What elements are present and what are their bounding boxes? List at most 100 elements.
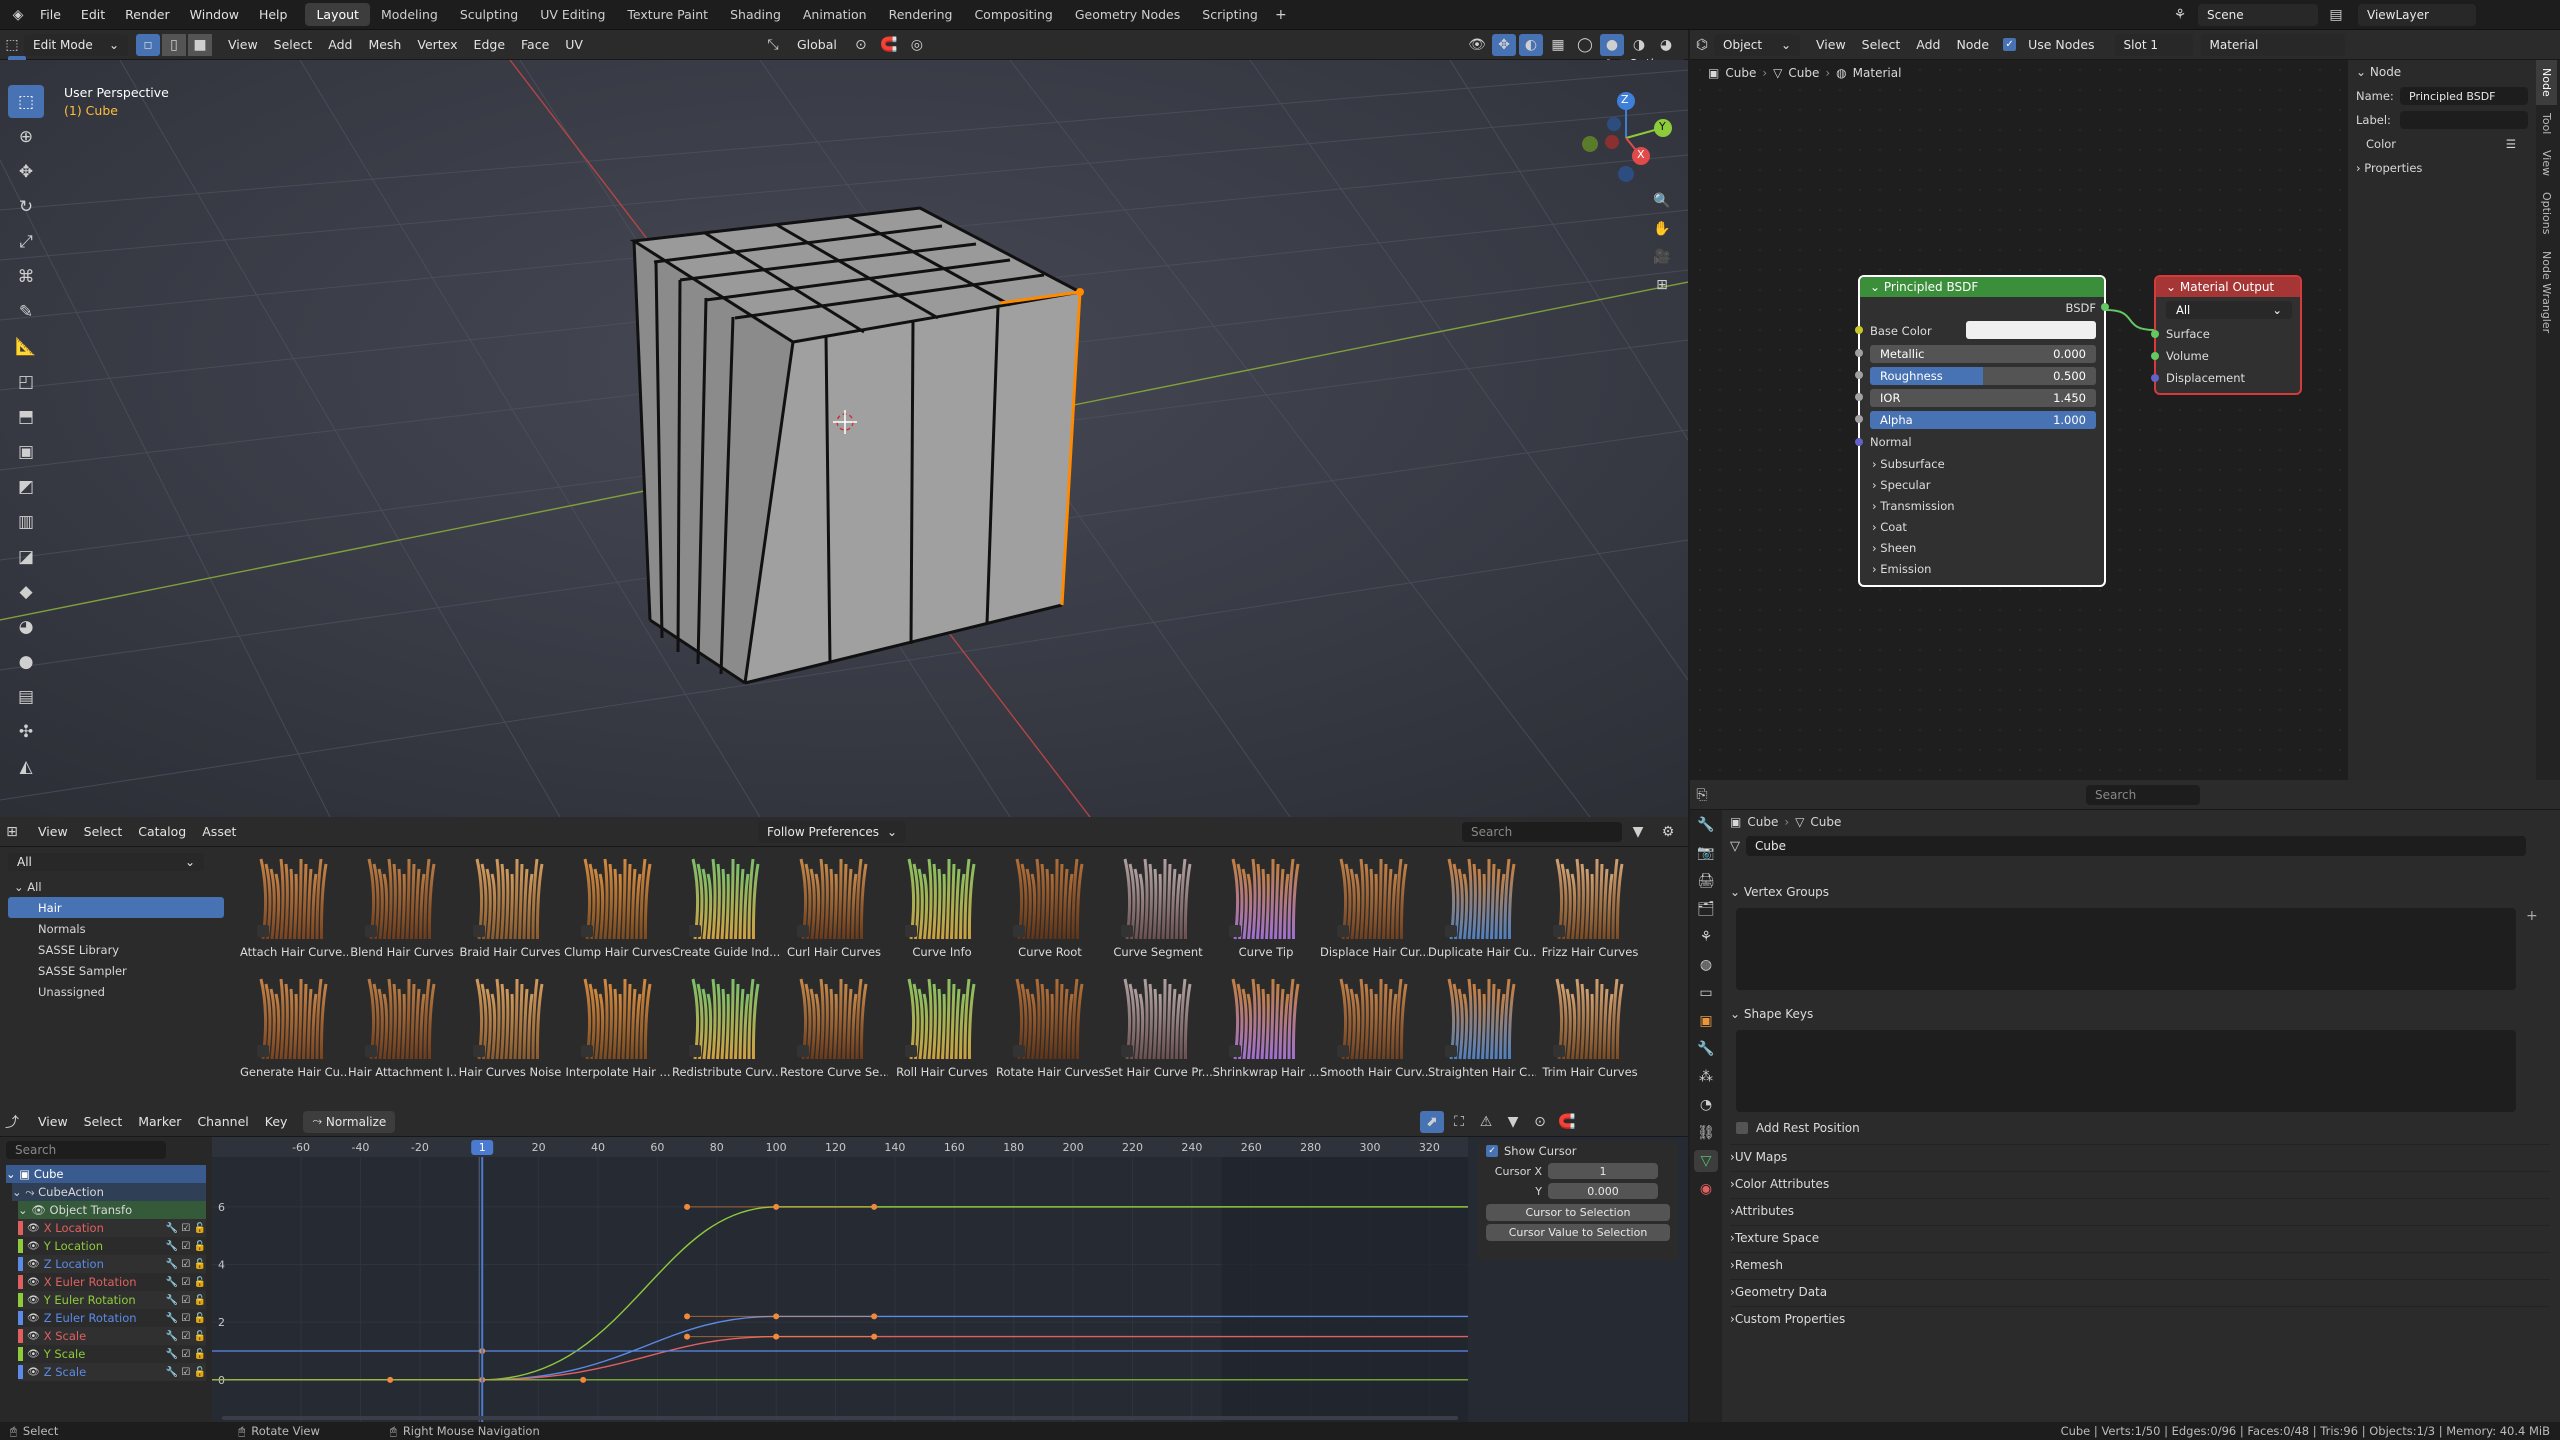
add-workspace-icon[interactable]: + <box>1269 4 1293 26</box>
cursor-tool-icon[interactable]: ⊕ <box>8 120 44 153</box>
camera-view-icon[interactable]: 🎥 <box>1650 246 1674 268</box>
graph-menu-key[interactable]: Key <box>257 1114 296 1129</box>
zoom-icon[interactable]: 🔍 <box>1650 190 1674 212</box>
workspace-tab-sculpting[interactable]: Sculpting <box>449 3 529 26</box>
output-node-header[interactable]: ⌄ Material Output <box>2156 277 2300 297</box>
asset-item[interactable]: Hair Curves Noise <box>456 973 564 1091</box>
eye-icon[interactable]: 👁 <box>27 1259 40 1270</box>
fcurve-channel-y-scale[interactable]: 👁 Y Scale 🔧 ☑ 🔓 <box>18 1345 206 1363</box>
fcurve-channel-x-location[interactable]: 👁 X Location 🔧 ☑ 🔓 <box>18 1219 206 1237</box>
graph-editor-icon[interactable]: ⤴ <box>0 1111 24 1133</box>
sidebar-tab-tool[interactable]: Tool <box>2536 105 2557 142</box>
modifier-wrench-icon[interactable]: 🔧 ☑ 🔓 <box>166 1241 206 1252</box>
properties-editor-icon[interactable]: ⎘ <box>1690 784 1714 806</box>
workspace-tab-uv-editing[interactable]: UV Editing <box>529 3 616 26</box>
eye-icon[interactable]: 👁 <box>27 1331 40 1342</box>
workspace-tab-geometry-nodes[interactable]: Geometry Nodes <box>1064 3 1191 26</box>
viewport-menu-vertex[interactable]: Vertex <box>409 37 465 52</box>
cursor-x-field[interactable]: 1 <box>1548 1163 1658 1179</box>
slot-dropdown[interactable]: Slot 1 <box>2114 33 2193 56</box>
asset-item[interactable]: Create Guide Ind... <box>672 853 780 971</box>
workspace-tab-scripting[interactable]: Scripting <box>1191 3 1269 26</box>
graph-menu-marker[interactable]: Marker <box>130 1114 189 1129</box>
use-nodes-checkbox[interactable]: ✓ <box>2003 38 2017 51</box>
asset-item[interactable]: Straighten Hair C... <box>1428 973 1536 1091</box>
modifier-wrench-icon[interactable]: 🔧 ☑ 🔓 <box>166 1313 206 1324</box>
blender-logo-icon[interactable]: ◈ <box>6 4 30 26</box>
menu-render[interactable]: Render <box>115 7 180 22</box>
prop-breadcrumb-object[interactable]: Cube <box>1747 815 1778 829</box>
viewlayer-field[interactable]: ViewLayer <box>2358 4 2476 26</box>
properties-search[interactable]: Search <box>2086 784 2200 805</box>
snap-icon[interactable]: 🧲 <box>877 34 901 56</box>
sidebar-tab-node-wrangler[interactable]: Node Wrangler <box>2536 243 2557 341</box>
scene-field[interactable]: Scene <box>2198 4 2318 26</box>
shape-keys-panel[interactable]: ⌄ Shape Keys <box>1730 1002 1813 1026</box>
fcurve-channel-z-scale[interactable]: 👁 Z Scale 🔧 ☑ 🔓 <box>18 1363 206 1381</box>
asset-item[interactable]: Redistribute Curv... <box>672 973 780 1091</box>
modifier-wrench-icon[interactable]: 🔧 ☑ 🔓 <box>166 1223 206 1234</box>
menu-help[interactable]: Help <box>249 7 298 22</box>
output-tab-icon[interactable]: 🖨 <box>1694 870 1718 892</box>
menu-file[interactable]: File <box>30 7 71 22</box>
catalog-item-normals[interactable]: Normals <box>8 918 224 939</box>
node-menu-add[interactable]: Add <box>1908 37 1948 52</box>
asset-item[interactable]: Attach Hair Curve... <box>240 853 348 971</box>
displacement-socket[interactable] <box>2151 374 2159 382</box>
viewlayer-icon[interactable]: ▤ <box>2324 4 2348 26</box>
vertex-select-icon[interactable]: ▫ <box>136 33 160 56</box>
add-vertex-group-icon[interactable]: + <box>2526 908 2538 924</box>
scene-icon[interactable]: ⚘ <box>2168 4 2192 26</box>
graph-menu-channel[interactable]: Channel <box>189 1114 256 1129</box>
object-tab-icon[interactable]: ▣ <box>1694 1010 1718 1032</box>
asset-item[interactable]: Curve Root <box>996 853 1104 971</box>
asset-item[interactable]: Interpolate Hair ... <box>564 973 672 1091</box>
surface-socket[interactable] <box>2151 330 2159 338</box>
measure-tool-icon[interactable]: 📐 <box>8 330 44 363</box>
extrude-tool-icon[interactable]: ⬒ <box>8 400 44 433</box>
asset-item[interactable]: Trim Hair Curves <box>1536 973 1644 1091</box>
asset-item[interactable]: Curve Segment <box>1104 853 1212 971</box>
viewport-menu-select[interactable]: Select <box>266 37 321 52</box>
eye-icon[interactable]: 👁 <box>27 1277 40 1288</box>
ortho-grid-icon[interactable]: ⊞ <box>1650 274 1674 296</box>
library-dropdown[interactable]: All ⌄ <box>8 853 204 871</box>
cursor-y-field[interactable]: 0.000 <box>1548 1183 1658 1199</box>
shape-keys-list[interactable] <box>1736 1030 2516 1112</box>
settings-gear-icon[interactable]: ⚙ <box>1656 821 1680 843</box>
workspace-tab-compositing[interactable]: Compositing <box>963 3 1063 26</box>
only-errors-icon[interactable]: ⚠ <box>1474 1111 1498 1133</box>
spin-tool-icon[interactable]: ◕ <box>8 610 44 643</box>
import-method-dropdown[interactable]: Follow Preferences ⌄ <box>758 820 906 843</box>
move-tool-icon[interactable]: ✥ <box>8 155 44 188</box>
edge-select-icon[interactable]: ▯ <box>162 33 186 56</box>
workspace-tab-layout[interactable]: Layout <box>305 3 370 26</box>
properties-section-uv-maps[interactable]: › UV Maps <box>1730 1144 2550 1168</box>
particles-tab-icon[interactable]: ⁂ <box>1694 1066 1718 1088</box>
show-hidden-icon[interactable]: ⛶ <box>1447 1111 1471 1133</box>
add-cube-tool-icon[interactable]: ◰ <box>8 365 44 398</box>
world-tab-icon[interactable]: ◍ <box>1694 954 1718 976</box>
asset-item[interactable]: Roll Hair Curves <box>888 973 996 1091</box>
current-frame-label[interactable]: 1 <box>479 1141 486 1154</box>
eye-icon[interactable]: 👁 <box>27 1367 40 1378</box>
only-selected-icon[interactable]: ⬈ <box>1420 1110 1444 1133</box>
workspace-tab-animation[interactable]: Animation <box>792 3 878 26</box>
sidebar-tab-view[interactable]: View <box>2536 142 2557 184</box>
asset-item[interactable]: Clump Hair Curves <box>564 853 672 971</box>
cube-mesh[interactable] <box>0 60 1688 817</box>
asset-item[interactable]: Frizz Hair Curves <box>1536 853 1644 971</box>
material-output-node[interactable]: ⌄ Material Output All ⌄ Surface Volume Di… <box>2151 275 2302 395</box>
cursor-value-to-selection-button[interactable]: Cursor Value to Selection <box>1486 1224 1670 1241</box>
eye-icon[interactable]: 👁 <box>27 1295 40 1306</box>
orientation-label[interactable]: Global <box>789 37 845 52</box>
channel-action[interactable]: ⌄ ⤳ CubeAction <box>12 1183 206 1201</box>
asset-item[interactable]: Smooth Hair Curv... <box>1320 973 1428 1091</box>
graph-menu-select[interactable]: Select <box>76 1114 131 1129</box>
render-tab-icon[interactable]: 📷 <box>1694 842 1718 864</box>
eye-icon[interactable]: 👁 <box>27 1313 40 1324</box>
smooth-tool-icon[interactable]: ● <box>8 645 44 678</box>
asset-item[interactable]: Shrinkwrap Hair ... <box>1212 973 1320 1091</box>
asset-item[interactable]: Curve Tip <box>1212 853 1320 971</box>
workspace-tab-texture-paint[interactable]: Texture Paint <box>616 3 719 26</box>
